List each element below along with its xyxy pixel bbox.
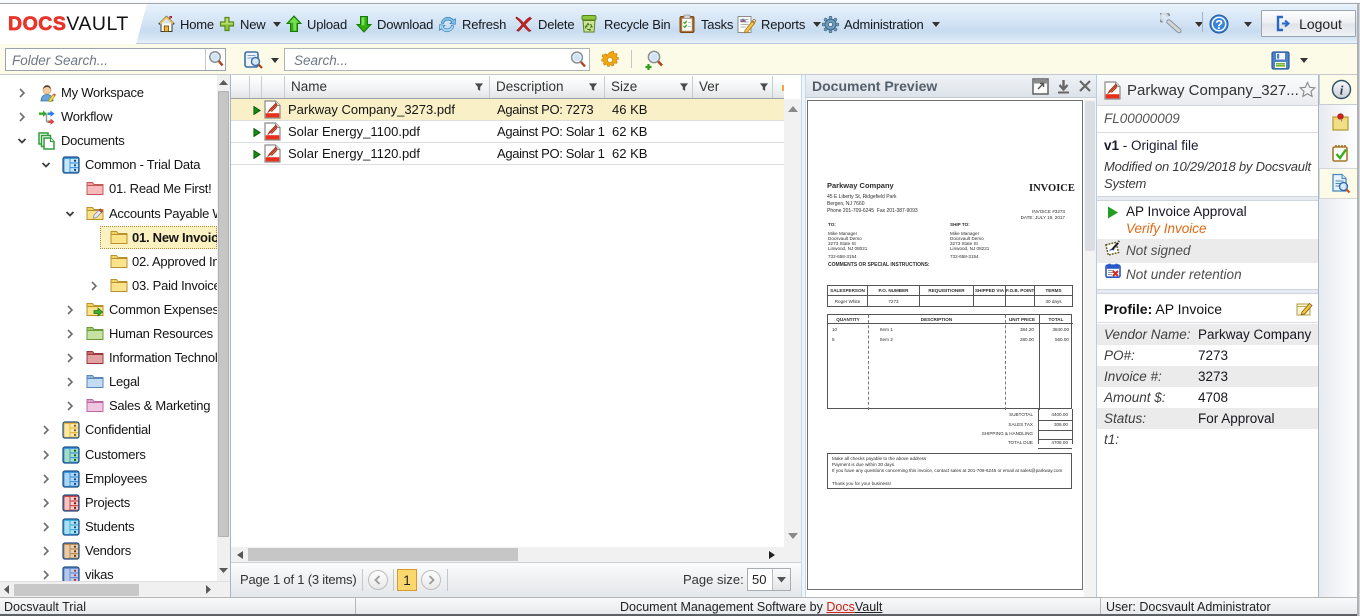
svg-text:?: ? xyxy=(1215,17,1223,32)
svg-text:i: i xyxy=(1340,83,1344,98)
